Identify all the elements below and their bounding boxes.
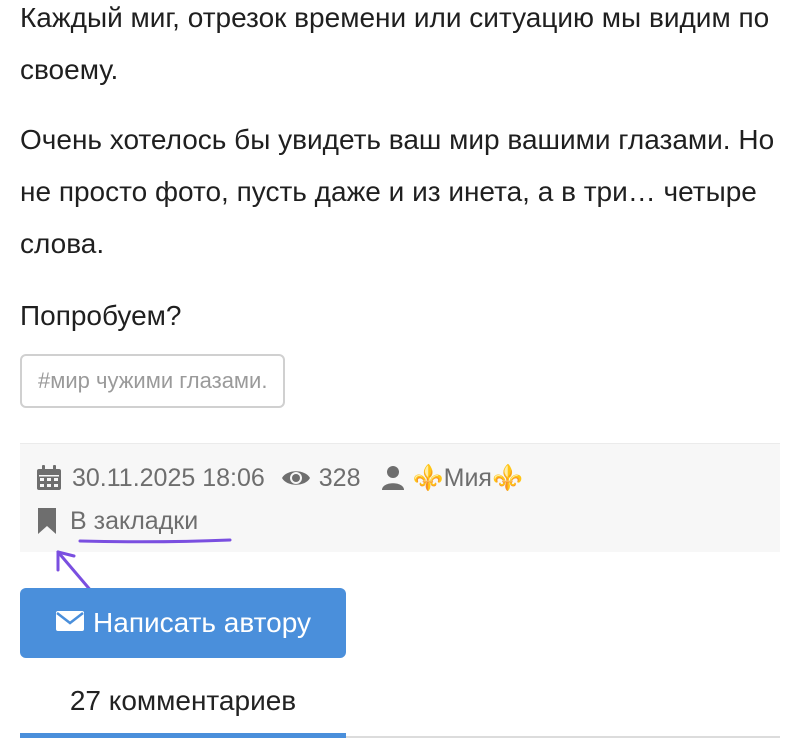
meta-info-row: 30.11.2025 18:06 328 ⚜️Мия⚜️: [36, 461, 523, 495]
bookmark-link[interactable]: В закладки: [70, 507, 198, 536]
post-meta-panel: 30.11.2025 18:06 328 ⚜️Мия⚜️ В закладки: [20, 443, 780, 552]
write-author-label: Написать автору: [93, 607, 311, 638]
calendar-icon: [36, 465, 62, 491]
bookmark-row: В закладки: [36, 504, 198, 538]
hashtag-chip[interactable]: #мир чужими глазами.: [20, 354, 286, 408]
tab-active-indicator: [20, 733, 346, 738]
view-count: 328: [318, 463, 361, 492]
author-name[interactable]: ⚜️Мия⚜️: [413, 464, 524, 493]
tab-comments[interactable]: 27 комментариев: [20, 674, 346, 736]
bookmark-icon[interactable]: [36, 507, 58, 535]
post-paragraph-1: Каждый миг, отрезок времени или ситуацию…: [20, 2, 770, 85]
post-datetime: 30.11.2025 18:06: [72, 463, 265, 492]
write-author-button[interactable]: Написать автору: [20, 588, 346, 658]
annotation-underline: [78, 538, 232, 544]
tabs-divider: [346, 736, 780, 738]
post-paragraph-3: Попробуем?: [20, 300, 182, 331]
envelope-icon: [55, 607, 85, 639]
post-paragraph-2: Очень хотелось бы увидеть ваш мир вашими…: [20, 124, 775, 259]
eye-icon: [281, 468, 311, 488]
user-icon: [381, 465, 405, 491]
